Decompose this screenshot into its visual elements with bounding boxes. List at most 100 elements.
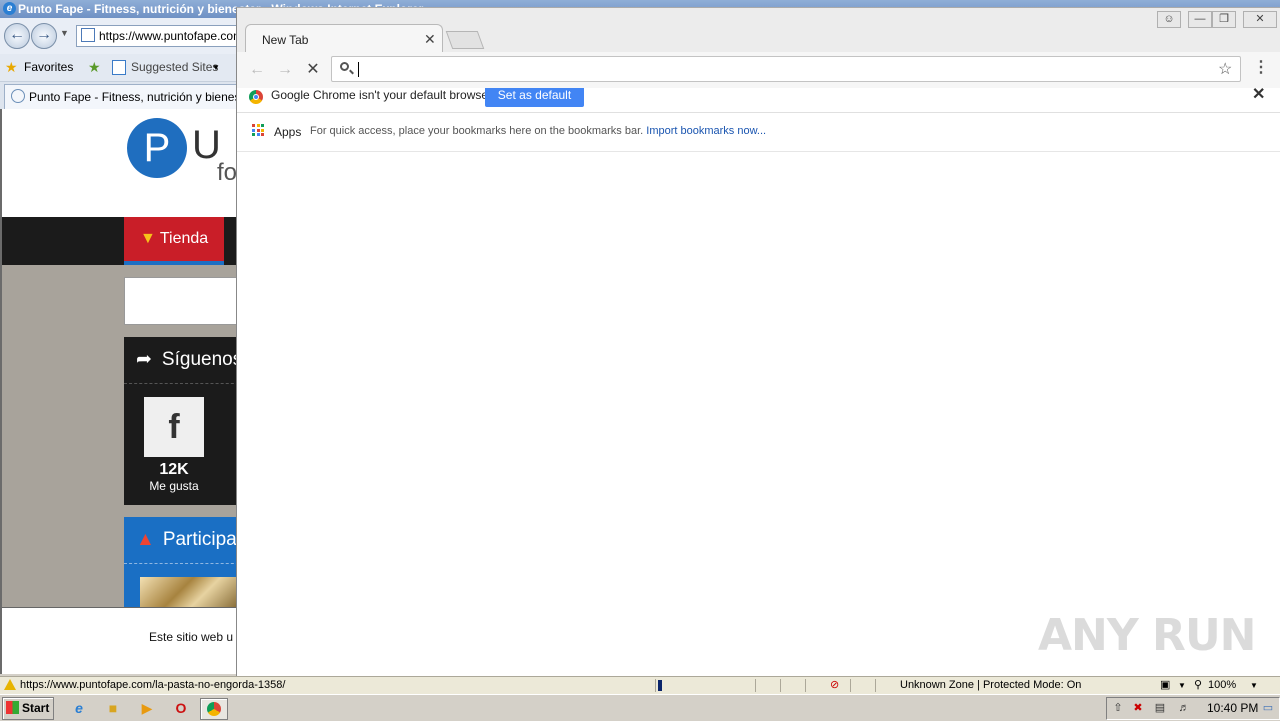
bookmarks-hint-text: For quick access, place your bookmarks h… — [310, 125, 644, 137]
ie-favorites-bar: ★ Favorites ★ Suggested Sites ▼ — [0, 54, 240, 82]
ie-address-text: https://www.puntofape.com — [99, 29, 238, 43]
start-button[interactable]: Start — [2, 697, 54, 720]
status-divider — [875, 679, 876, 692]
zoom-dropdown-icon[interactable]: ▼ — [1250, 677, 1258, 694]
zoom-icon: ⚲ — [1194, 679, 1203, 691]
sidebar-search-box[interactable] — [124, 277, 236, 325]
progress-indicator — [658, 680, 662, 691]
chrome-tab-title: New Tab — [262, 33, 309, 47]
protected-mode-lock-icon[interactable]: ▣ — [1160, 677, 1170, 694]
ie-status-bar: https://www.puntofape.com/la-pasta-no-en… — [0, 676, 1280, 694]
set-as-default-button[interactable]: Set as default — [485, 88, 584, 107]
favorites-button[interactable]: Favorites — [24, 54, 73, 81]
chrome-menu-icon[interactable]: ⋮ — [1253, 60, 1269, 76]
facebook-like-count: 12K — [159, 461, 189, 478]
zone-dropdown-icon[interactable]: ▼ — [1178, 677, 1186, 694]
ie-logo-icon: e — [3, 2, 16, 15]
facebook-like-label: Me gusta — [149, 479, 199, 493]
siguenos-heading: ➦ Síguenos — [124, 337, 236, 384]
site-header: P U fo — [2, 109, 236, 219]
status-divider — [780, 679, 781, 692]
clock[interactable]: 10:40 PM — [1207, 698, 1258, 719]
nav-tienda[interactable]: ▼ Tienda — [124, 217, 224, 265]
shop-icon: ▼ — [140, 230, 156, 247]
fire-icon: ▲ — [136, 529, 155, 550]
close-window-button[interactable]: ✕ — [1243, 11, 1277, 28]
participa-heading: ▲ Participa — [124, 517, 236, 564]
ie-tab[interactable]: Punto Fape - Fitness, nutrición y bienes… — [4, 84, 242, 110]
participa-panel: ▲ Participa — [124, 517, 236, 612]
facebook-icon[interactable]: f — [144, 397, 204, 457]
infobar-message: Google Chrome isn't your default browser… — [271, 88, 495, 102]
profile-icon[interactable]: ☺ — [1157, 11, 1181, 28]
chrome-taskbar-icon[interactable] — [200, 698, 228, 720]
nav-tienda-label: Tienda — [159, 230, 209, 247]
ie-forward-button[interactable]: → — [31, 23, 57, 49]
site-nav: ▼ Tienda — [2, 217, 236, 265]
siguenos-panel: ➦ Síguenos f 12K Me gusta — [124, 337, 236, 505]
new-tab-button[interactable] — [445, 31, 485, 49]
system-tray: ⇧ ✖ ▤ ♬ 10:40 PM ▭ — [1106, 697, 1280, 720]
share-arrow-icon: ➦ — [136, 349, 152, 370]
start-label: Start — [22, 701, 50, 715]
suggested-sites-icon — [112, 60, 126, 75]
volume-icon[interactable]: ♬ — [1177, 701, 1191, 715]
windows-flag-icon — [6, 701, 19, 714]
restore-button[interactable]: ❐ — [1212, 11, 1236, 28]
add-favorite-icon[interactable]: ★ — [88, 54, 101, 81]
status-divider — [655, 679, 656, 692]
show-desktop-icon[interactable]: ▭ — [1261, 701, 1275, 715]
ie-tab-title: Punto Fape - Fitness, nutrición y bienes… — [29, 90, 242, 104]
chrome-toolbar: ← → ✕ ☆ ⋮ — [237, 52, 1280, 89]
status-divider — [755, 679, 756, 692]
bookmark-star-icon[interactable]: ☆ — [1218, 59, 1232, 79]
cookie-notice: Este sitio web u — [2, 607, 236, 674]
infobar-close-icon[interactable]: ✕ — [1252, 87, 1265, 103]
forward-arrow-icon[interactable]: → — [275, 60, 295, 80]
minimize-button[interactable]: — — [1188, 11, 1212, 28]
sidebar-area: ➦ Síguenos f 12K Me gusta ▲ Participa — [2, 265, 236, 612]
opera-icon[interactable]: O — [168, 698, 194, 718]
media-player-icon[interactable]: ▶ — [134, 698, 160, 718]
chrome-tab[interactable]: New Tab ✕ — [245, 24, 443, 55]
chrome-window: New Tab ✕ ☺ — ❐ ✕ ← → ✕ ☆ ⋮ Google Chrom… — [236, 7, 1280, 676]
explorer-folder-icon[interactable]: ■ — [100, 698, 126, 718]
bookmarks-hint: For quick access, place your bookmarks h… — [310, 125, 766, 137]
import-bookmarks-link[interactable]: Import bookmarks now... — [646, 125, 766, 137]
suggested-sites-button[interactable]: Suggested Sites — [131, 54, 218, 81]
chrome-logo-icon — [249, 90, 263, 104]
ie-back-button[interactable]: ← — [4, 23, 30, 49]
popup-blocked-icon[interactable]: ⊘ — [830, 677, 839, 694]
favorites-star-icon: ★ — [5, 59, 18, 75]
ie-page-content: P U fo ▼ Tienda ➦ Síguenos f 12K Me gusta … — [0, 109, 236, 674]
security-zone[interactable]: Unknown Zone | Protected Mode: On — [900, 677, 1081, 694]
apps-icon[interactable] — [252, 124, 264, 136]
watermark: ANY RUN — [1038, 610, 1256, 661]
network-icon[interactable]: ▤ — [1153, 701, 1167, 715]
bookmarks-bar: Apps For quick access, place your bookma… — [237, 113, 1280, 152]
security-alert-icon[interactable]: ✖ — [1131, 701, 1145, 715]
ie-quicklaunch-icon[interactable]: e — [66, 698, 92, 718]
close-tab-icon[interactable]: ✕ — [424, 31, 436, 48]
stop-loading-icon[interactable]: ✕ — [303, 60, 323, 80]
site-logo-subtext: fo — [217, 159, 236, 186]
site-logo[interactable]: P — [127, 118, 187, 178]
suggested-sites-dropdown-icon[interactable]: ▼ — [212, 54, 220, 81]
chrome-tabstrip[interactable]: New Tab ✕ ☺ — ❐ ✕ — [237, 8, 1280, 55]
ie-tab-bar: Punto Fape - Fitness, nutrición y bienes… — [0, 82, 242, 110]
tab-loading-icon — [11, 89, 25, 103]
ie-address-bar[interactable]: https://www.puntofape.com — [76, 25, 238, 47]
status-url: https://www.puntofape.com/la-pasta-no-en… — [20, 679, 286, 691]
apps-shortcut[interactable]: Apps — [274, 125, 301, 139]
cookie-notice-text: Este sitio web u — [149, 630, 234, 644]
text-caret — [358, 62, 359, 77]
omnibox[interactable]: ☆ — [331, 56, 1241, 82]
ie-history-dropdown-icon[interactable]: ▼ — [60, 28, 69, 38]
back-arrow-icon[interactable]: ← — [247, 60, 267, 80]
tray-expand-icon[interactable]: ⇧ — [1111, 701, 1125, 715]
status-divider — [805, 679, 806, 692]
default-browser-infobar: Google Chrome isn't your default browser… — [237, 87, 1280, 113]
zoom-level[interactable]: 100% — [1208, 677, 1236, 694]
ie-toolbar: ← → ▼ https://www.puntofape.com — [0, 18, 240, 54]
siguenos-label: Síguenos — [161, 349, 236, 370]
